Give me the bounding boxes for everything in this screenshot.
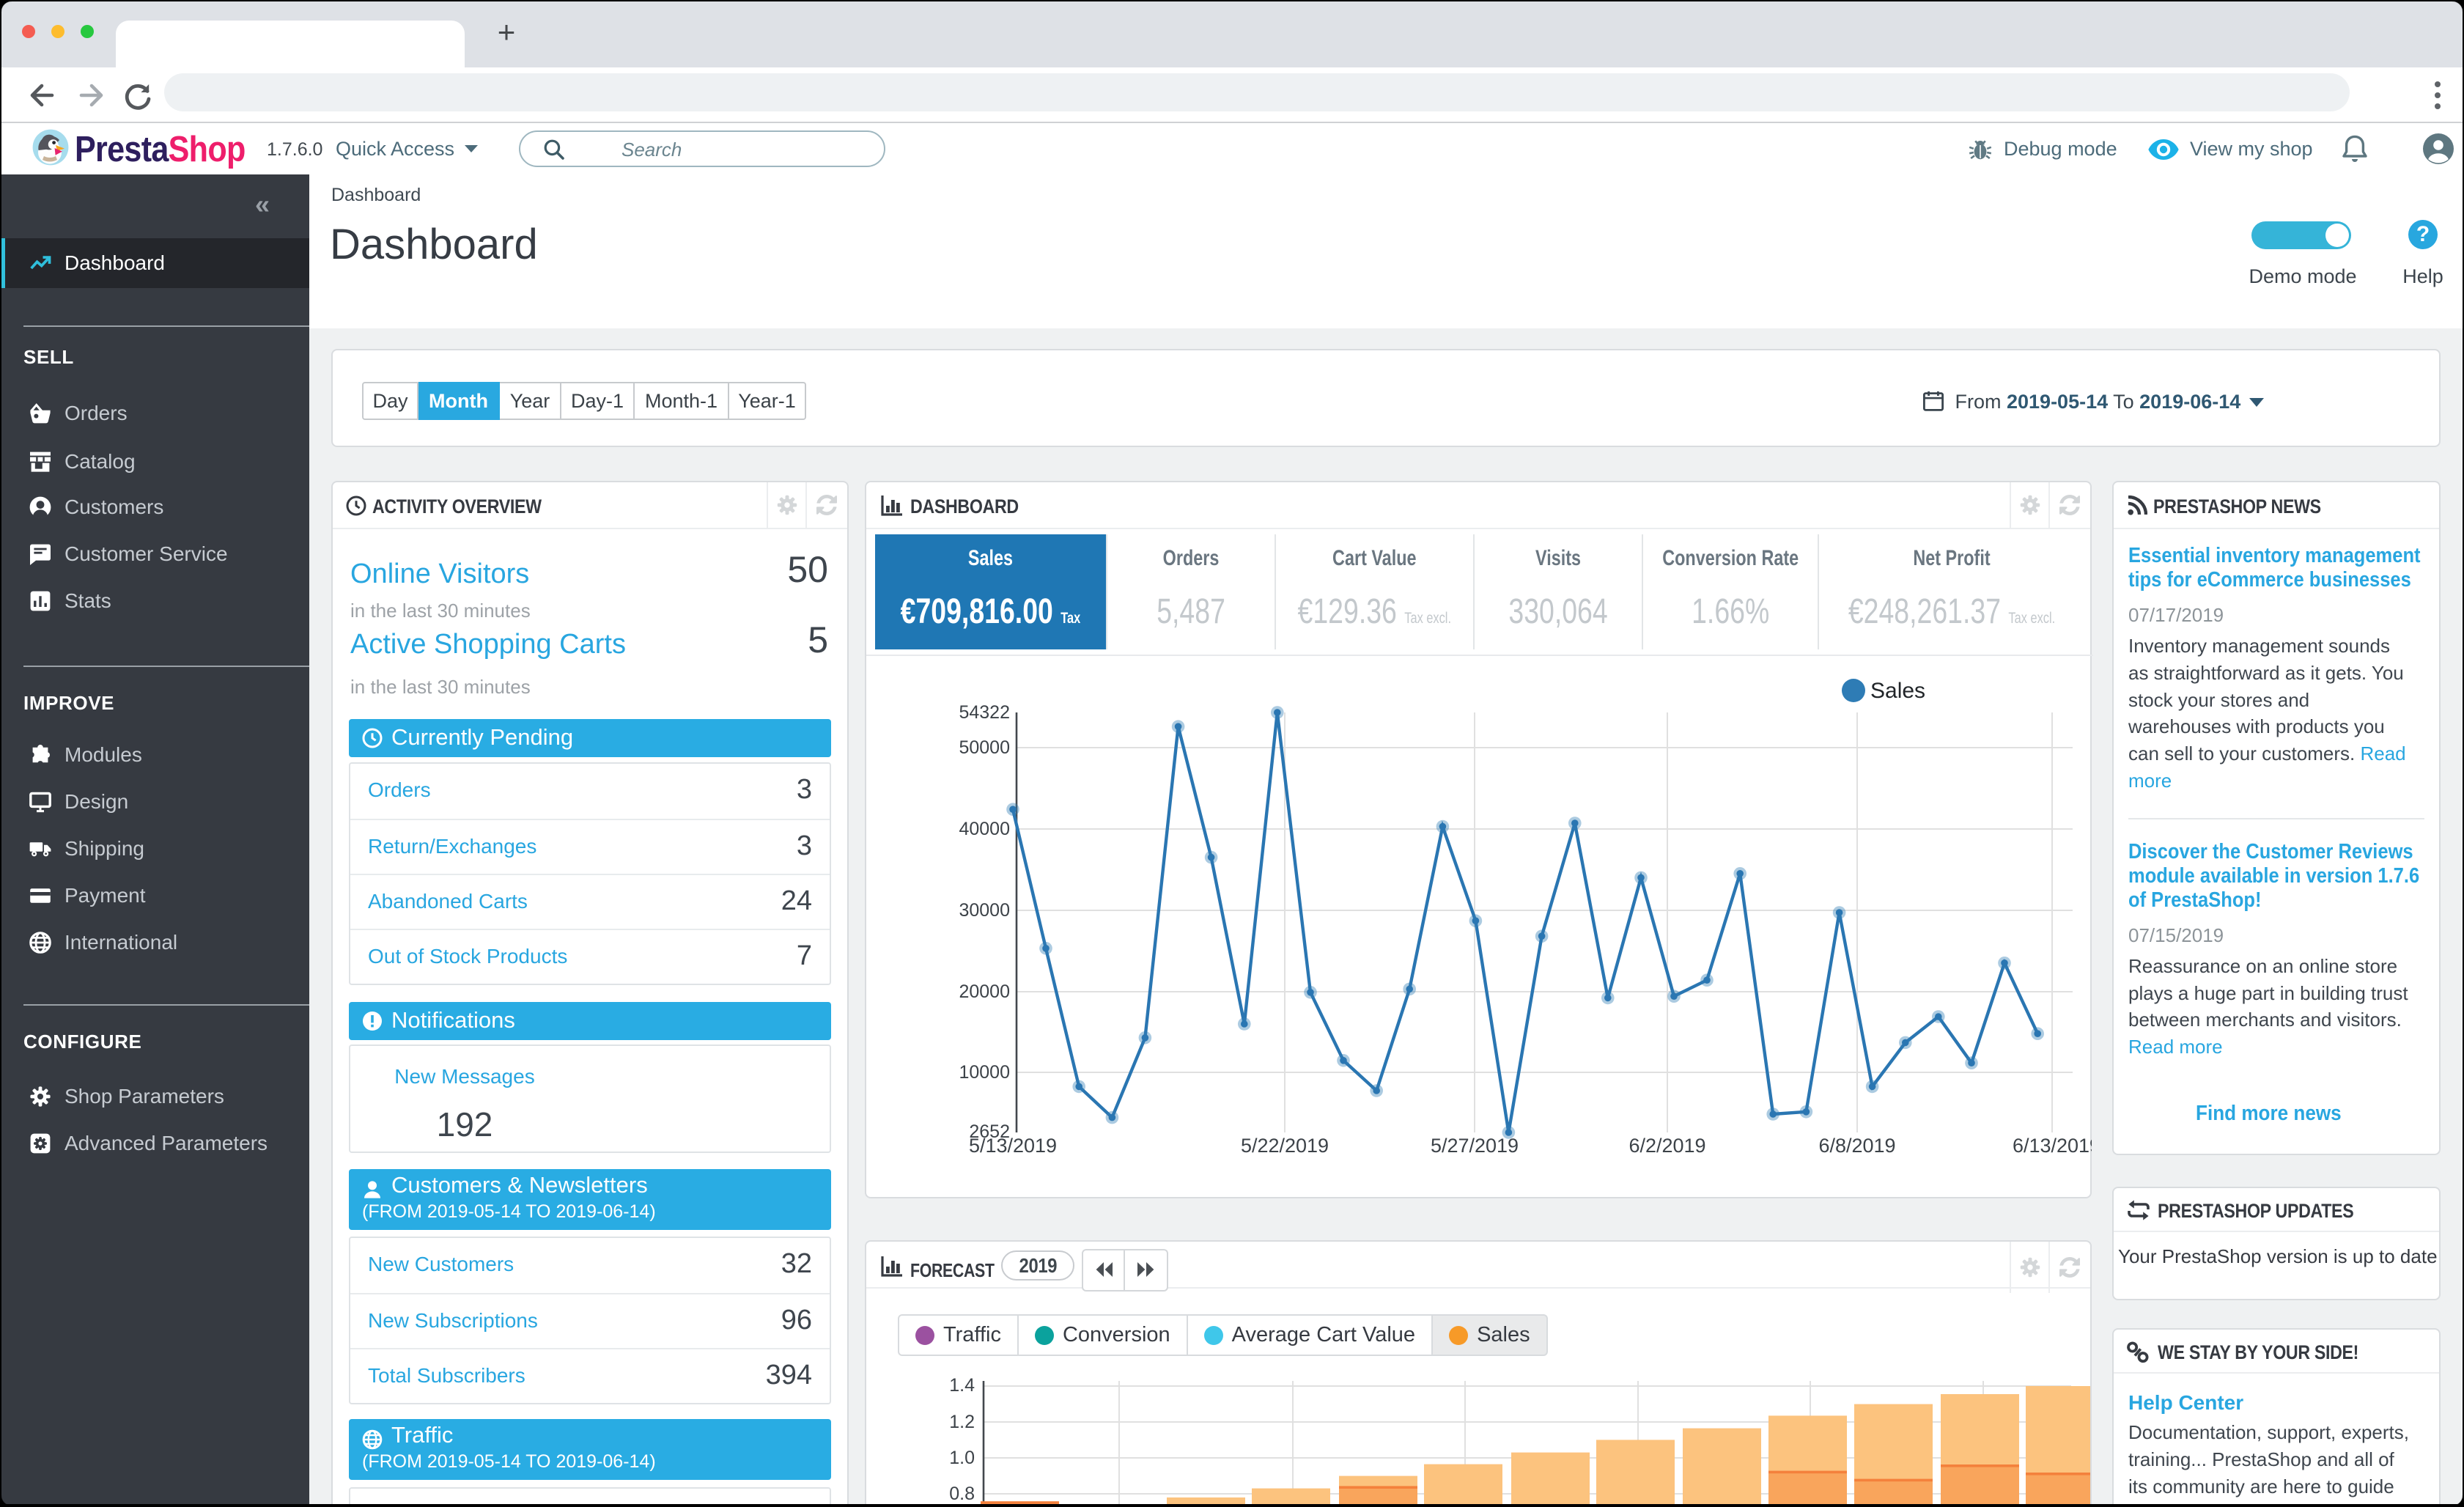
svg-text:6/13/2019: 6/13/2019	[2013, 1135, 2092, 1157]
svg-text:20000: 20000	[959, 981, 1010, 1002]
svg-text:30000: 30000	[959, 900, 1010, 921]
svg-text:1.0: 1.0	[949, 1448, 975, 1468]
svg-text:6/8/2019: 6/8/2019	[1818, 1135, 1895, 1157]
svg-text:0.8: 0.8	[949, 1484, 975, 1504]
svg-text:54322: 54322	[959, 702, 1010, 723]
svg-text:1.2: 1.2	[949, 1412, 975, 1432]
svg-text:Sales: Sales	[1870, 679, 1925, 703]
svg-text:5/22/2019: 5/22/2019	[1241, 1135, 1329, 1157]
svg-text:5/13/2019: 5/13/2019	[969, 1135, 1057, 1157]
svg-text:40000: 40000	[959, 819, 1010, 839]
svg-text:6/2/2019: 6/2/2019	[1628, 1135, 1705, 1157]
svg-text:50000: 50000	[959, 737, 1010, 758]
svg-text:1.4: 1.4	[949, 1375, 975, 1396]
svg-text:10000: 10000	[959, 1062, 1010, 1083]
